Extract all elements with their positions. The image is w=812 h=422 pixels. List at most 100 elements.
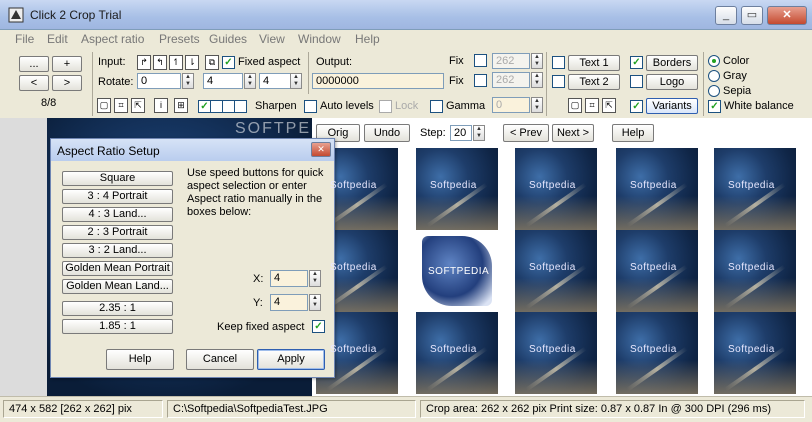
flip-down-icon[interactable]: ⇂: [185, 55, 199, 70]
next-image-button[interactable]: >: [52, 75, 82, 91]
prev-image-button[interactable]: <: [19, 75, 49, 91]
output-field[interactable]: 0000000: [312, 73, 444, 89]
prev-button[interactable]: < Prev: [503, 124, 549, 142]
sharpen-level-4-checkbox[interactable]: [234, 100, 247, 113]
dialog-apply-button[interactable]: Apply: [257, 349, 325, 370]
thumbnail-selected[interactable]: SOFTPEDIA: [416, 230, 498, 312]
frame-icon[interactable]: ▢: [97, 98, 111, 113]
thumbnail[interactable]: Softpedia: [714, 312, 796, 394]
thumbnail[interactable]: Softpedia: [714, 230, 796, 312]
crop-mode-icon[interactable]: ⧉: [205, 55, 219, 70]
flip-up-icon[interactable]: ↿: [169, 55, 183, 70]
preview-icon[interactable]: ▢: [568, 98, 582, 113]
dialog-close-button[interactable]: ✕: [311, 142, 331, 157]
golden-mean-landscape-button[interactable]: Golden Mean Land...: [62, 279, 173, 294]
menu-edit[interactable]: Edit: [47, 32, 68, 46]
text2-checkbox[interactable]: [552, 75, 565, 88]
logo-button[interactable]: Logo: [646, 74, 698, 90]
undo-button[interactable]: Undo: [364, 124, 410, 142]
minimize-button[interactable]: _: [715, 6, 737, 25]
step-spinner[interactable]: ▲ ▼: [473, 125, 485, 141]
step-input[interactable]: 20: [450, 125, 472, 141]
rotate-input[interactable]: 0: [137, 73, 181, 89]
fixed-aspect-checkbox[interactable]: ✓: [222, 56, 235, 69]
menu-help[interactable]: Help: [355, 32, 380, 46]
layout-icon[interactable]: ⊞: [174, 98, 188, 113]
thumbnail[interactable]: Softpedia: [515, 230, 597, 312]
add-button[interactable]: +: [52, 56, 82, 72]
menu-aspect-ratio[interactable]: Aspect ratio: [81, 32, 144, 46]
expand-icon[interactable]: ⇱: [602, 98, 616, 113]
next-button[interactable]: Next >: [552, 124, 594, 142]
sepia-radio[interactable]: [708, 85, 720, 97]
fix-width-input[interactable]: 262: [492, 53, 530, 69]
borders-button[interactable]: Borders: [646, 55, 698, 71]
thumbnail[interactable]: Softpedia: [616, 148, 698, 230]
rotate-right-icon[interactable]: ↱: [137, 55, 151, 70]
x-spinner[interactable]: ▲ ▼: [309, 270, 321, 287]
menu-guides[interactable]: Guides: [209, 32, 247, 46]
text1-checkbox[interactable]: [552, 56, 565, 69]
variants-checkbox[interactable]: ✓: [630, 100, 643, 113]
rotate-left-icon[interactable]: ↰: [153, 55, 167, 70]
x-input[interactable]: 4: [270, 270, 308, 287]
help-button[interactable]: Help: [612, 124, 654, 142]
aspect-2-35-button[interactable]: 2.35 : 1: [62, 301, 173, 316]
menu-window[interactable]: Window: [298, 32, 341, 46]
text2-button[interactable]: Text 2: [568, 74, 620, 90]
menu-view[interactable]: View: [259, 32, 285, 46]
aspect-1-85-button[interactable]: 1.85 : 1: [62, 319, 173, 334]
variants-button[interactable]: Variants: [646, 98, 698, 114]
dialog-help-button[interactable]: Help: [106, 349, 174, 370]
keep-fixed-checkbox[interactable]: ✓: [312, 320, 325, 333]
thumbnail[interactable]: Softpedia: [616, 230, 698, 312]
browse-button[interactable]: ...: [19, 56, 49, 72]
thumbnail[interactable]: Softpedia: [616, 312, 698, 394]
y-input[interactable]: 4: [270, 294, 308, 311]
aspect-square-button[interactable]: Square: [62, 171, 173, 186]
menu-presets[interactable]: Presets: [159, 32, 200, 46]
dialog-title: Aspect Ratio Setup: [51, 139, 334, 161]
rotate-spinner[interactable]: ▲ ▼: [182, 73, 194, 89]
borders-checkbox[interactable]: ✓: [630, 56, 643, 69]
lock-checkbox[interactable]: [379, 100, 392, 113]
aspect-2-3-portrait-button[interactable]: 2 : 3 Portrait: [62, 225, 173, 240]
aspect-width-spinner[interactable]: ▲ ▼: [244, 73, 256, 89]
golden-mean-portrait-button[interactable]: Golden Mean Portrait: [62, 261, 173, 276]
fix-height-spinner[interactable]: ▲ ▼: [531, 72, 543, 88]
gamma-spinner[interactable]: ▲ ▼: [531, 97, 543, 113]
fix-height-input[interactable]: 262: [492, 72, 530, 88]
fixed-aspect-label: Fixed aspect: [238, 56, 301, 68]
grid-view-icon[interactable]: ⌗: [585, 98, 599, 113]
info-icon[interactable]: i: [154, 98, 168, 113]
y-spinner[interactable]: ▲ ▼: [309, 294, 321, 311]
aspect-3-2-landscape-button[interactable]: 3 : 2 Land...: [62, 243, 173, 258]
fix-width-spinner[interactable]: ▲ ▼: [531, 53, 543, 69]
thumbnail[interactable]: Softpedia: [714, 148, 796, 230]
thumbnail[interactable]: Softpedia: [515, 312, 597, 394]
text1-button[interactable]: Text 1: [568, 55, 620, 71]
gray-radio[interactable]: [708, 70, 720, 82]
aspect-height-spinner[interactable]: ▲ ▼: [290, 73, 302, 89]
close-button[interactable]: ✕: [767, 6, 807, 25]
color-radio[interactable]: [708, 55, 720, 67]
menu-file[interactable]: File: [15, 32, 34, 46]
aspect-width-input[interactable]: 4: [203, 73, 243, 89]
aspect-4-3-landscape-button[interactable]: 4 : 3 Land...: [62, 207, 173, 222]
fix-width-checkbox[interactable]: [474, 54, 487, 67]
thumbnail[interactable]: Softpedia: [515, 148, 597, 230]
logo-checkbox[interactable]: [630, 75, 643, 88]
aspect-3-4-portrait-button[interactable]: 3 : 4 Portrait: [62, 189, 173, 204]
grid-icon[interactable]: ⌗: [114, 98, 128, 113]
fix-height-checkbox[interactable]: [474, 74, 487, 87]
thumbnail[interactable]: Softpedia: [416, 312, 498, 394]
gamma-input[interactable]: 0: [492, 97, 530, 113]
divider: [703, 52, 704, 116]
gamma-checkbox[interactable]: [430, 100, 443, 113]
dialog-cancel-button[interactable]: Cancel: [186, 349, 254, 370]
auto-levels-checkbox[interactable]: [304, 100, 317, 113]
white-balance-checkbox[interactable]: ✓: [708, 100, 721, 113]
thumbnail[interactable]: Softpedia: [416, 148, 498, 230]
fit-icon[interactable]: ⇱: [131, 98, 145, 113]
maximize-button[interactable]: ▭: [741, 6, 763, 25]
